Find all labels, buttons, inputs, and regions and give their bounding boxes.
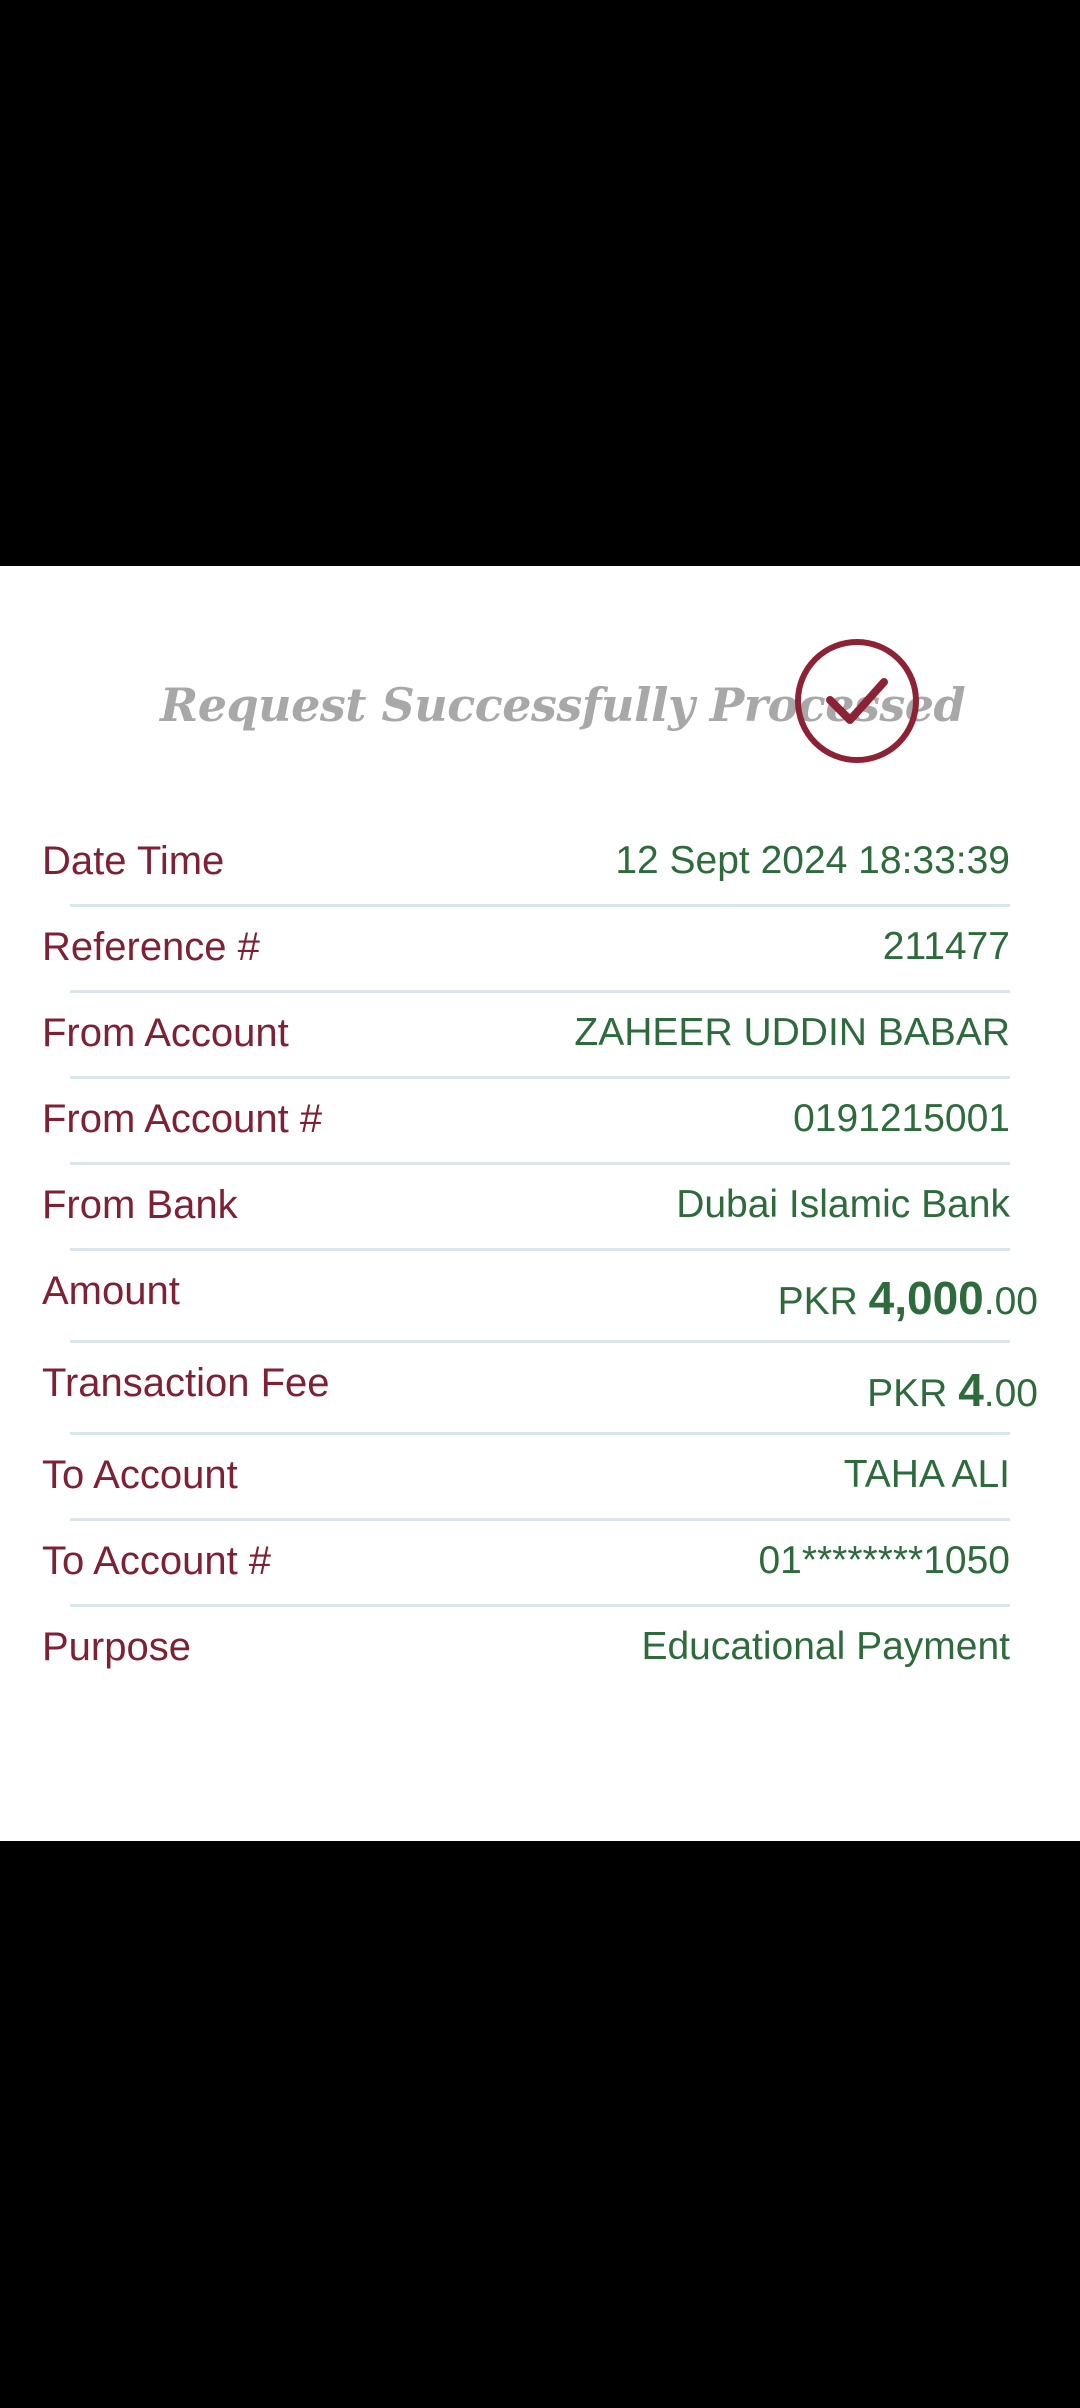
detail-row-to-account: To Account TAHA ALI xyxy=(0,1435,1080,1521)
detail-row-to-account-number: To Account # 01********1050 xyxy=(0,1521,1080,1607)
reference-label: Reference # xyxy=(42,925,260,969)
fee-whole: 4 xyxy=(958,1364,984,1416)
transaction-fee-label: Transaction Fee xyxy=(42,1361,330,1405)
date-time-label: Date Time xyxy=(42,839,225,883)
amount-whole: 4,000 xyxy=(868,1272,984,1324)
detail-row-amount: Amount PKR 4,000.00 xyxy=(0,1251,1080,1343)
to-account-label: To Account xyxy=(42,1453,238,1497)
date-time-value: 12 Sept 2024 18:33:39 xyxy=(615,839,1010,882)
bottom-letterbox xyxy=(0,1841,1080,2408)
from-bank-label: From Bank xyxy=(42,1183,238,1227)
top-letterbox xyxy=(0,0,1080,566)
transaction-fee-value: PKR 4.00 xyxy=(867,1363,1038,1417)
to-account-number-label: To Account # xyxy=(42,1539,272,1583)
transaction-receipt: Request Successfully Processed Date Time… xyxy=(0,566,1080,1841)
reference-value: 211477 xyxy=(882,925,1010,968)
to-account-number-value: 01********1050 xyxy=(758,1539,1010,1582)
detail-row-from-account-number: From Account # 0191215001 xyxy=(0,1079,1080,1165)
from-account-number-value: 0191215001 xyxy=(793,1097,1010,1140)
amount-value: PKR 4,000.00 xyxy=(778,1271,1038,1325)
fee-currency: PKR xyxy=(867,1372,948,1415)
from-account-number-label: From Account # xyxy=(42,1097,323,1141)
amount-label: Amount xyxy=(42,1269,180,1313)
detail-row-date-time: Date Time 12 Sept 2024 18:33:39 xyxy=(0,821,1080,907)
detail-row-from-account: From Account ZAHEER UDDIN BABAR xyxy=(0,993,1080,1079)
detail-row-transaction-fee: Transaction Fee PKR 4.00 xyxy=(0,1343,1080,1435)
fee-fraction: .00 xyxy=(983,1372,1038,1415)
to-account-value: TAHA ALI xyxy=(843,1453,1010,1496)
from-account-value: ZAHEER UDDIN BABAR xyxy=(574,1011,1010,1054)
detail-row-purpose: Purpose Educational Payment xyxy=(0,1607,1080,1693)
detail-row-from-bank: From Bank Dubai Islamic Bank xyxy=(0,1165,1080,1251)
from-bank-value: Dubai Islamic Bank xyxy=(676,1183,1010,1226)
receipt-header: Request Successfully Processed xyxy=(0,636,1080,776)
amount-currency: PKR xyxy=(777,1280,858,1323)
purpose-value: Educational Payment xyxy=(641,1625,1010,1668)
purpose-label: Purpose xyxy=(42,1625,191,1669)
detail-row-reference: Reference # 211477 xyxy=(0,907,1080,993)
screen: Request Successfully Processed Date Time… xyxy=(0,0,1080,2408)
status-title: Request Successfully Processed xyxy=(160,678,966,732)
details-list: Date Time 12 Sept 2024 18:33:39 Referenc… xyxy=(0,821,1080,1693)
check-circle-icon xyxy=(795,639,919,763)
from-account-label: From Account xyxy=(42,1011,289,1055)
amount-fraction: .00 xyxy=(983,1280,1038,1323)
